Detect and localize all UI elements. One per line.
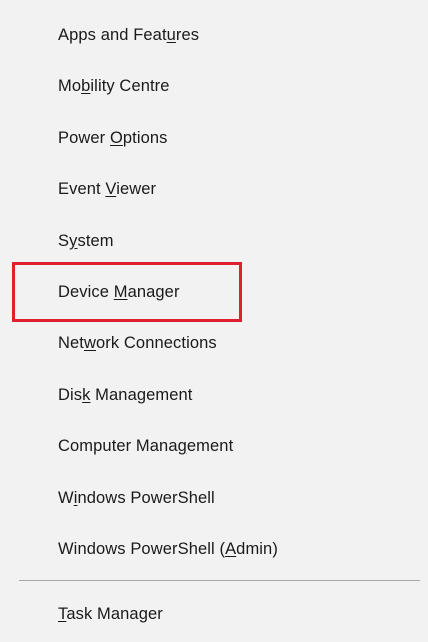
menu-item-label: Event Viewer	[58, 180, 157, 198]
menu-item-label: Windows PowerShell	[58, 489, 215, 507]
menu-item-label: Computer Management	[58, 437, 234, 455]
menu-item-label: Mobility Centre	[58, 77, 170, 95]
menu-item-windows-powershell-admin[interactable]: Windows PowerShell (Admin)	[0, 524, 428, 575]
menu-item-mobility-centre[interactable]: Mobility Centre	[0, 61, 428, 112]
menu-item-device-manager[interactable]: Device Manager	[0, 267, 428, 318]
menu-item-apps-and-features[interactable]: Apps and Features	[0, 10, 428, 61]
menu-item-label: Power Options	[58, 129, 168, 147]
menu-item-label: Task Manager	[58, 605, 163, 623]
menu-item-computer-management[interactable]: Computer Management	[0, 421, 428, 472]
menu-item-label: Disk Management	[58, 386, 193, 404]
menu-item-windows-powershell[interactable]: Windows PowerShell	[0, 473, 428, 524]
menu-item-label: System	[58, 232, 114, 250]
menu-separator	[19, 580, 420, 581]
menu-item-label: Device Manager	[58, 283, 180, 301]
power-user-menu: Apps and Features Mobility Centre Power …	[0, 0, 428, 642]
menu-item-system[interactable]: System	[0, 216, 428, 267]
menu-item-task-manager[interactable]: Task Manager	[0, 589, 428, 640]
menu-item-disk-management[interactable]: Disk Management	[0, 370, 428, 421]
menu-item-network-connections[interactable]: Network Connections	[0, 318, 428, 369]
menu-item-label: Apps and Features	[58, 26, 200, 44]
menu-item-event-viewer[interactable]: Event Viewer	[0, 164, 428, 215]
menu-item-label: Network Connections	[58, 334, 217, 352]
menu-item-power-options[interactable]: Power Options	[0, 113, 428, 164]
menu-item-label: Windows PowerShell (Admin)	[58, 540, 278, 558]
